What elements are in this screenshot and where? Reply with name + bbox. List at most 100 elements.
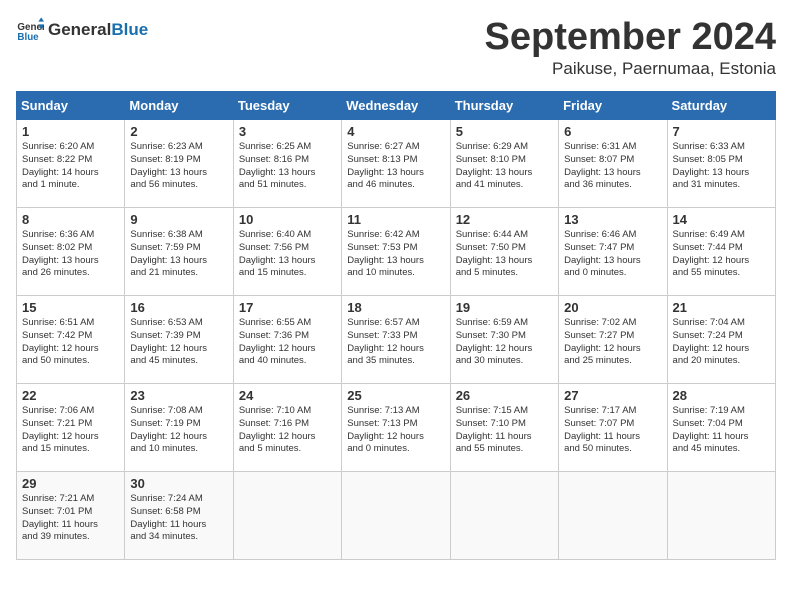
day-info: Sunrise: 6:33 AM Sunset: 8:05 PM Dayligh… <box>673 141 770 192</box>
day-number: 11 <box>347 212 444 227</box>
calendar-cell: 13 Sunrise: 6:46 AM Sunset: 7:47 PM Dayli… <box>559 208 667 296</box>
header-tuesday: Tuesday <box>233 92 341 120</box>
day-info: Sunrise: 6:46 AM Sunset: 7:47 PM Dayligh… <box>564 229 661 280</box>
day-number: 8 <box>22 212 119 227</box>
day-number: 29 <box>22 476 119 491</box>
calendar-week-row: 8 Sunrise: 6:36 AM Sunset: 8:02 PM Daylig… <box>17 208 776 296</box>
header-monday: Monday <box>125 92 233 120</box>
day-info: Sunrise: 6:36 AM Sunset: 8:02 PM Dayligh… <box>22 229 119 280</box>
day-number: 21 <box>673 300 770 315</box>
calendar-cell: 5Sunrise: 6:29 AM Sunset: 8:10 PM Daylig… <box>450 120 558 208</box>
logo-icon: General Blue <box>16 16 44 44</box>
day-info: Sunrise: 6:55 AM Sunset: 7:36 PM Dayligh… <box>239 317 336 368</box>
header-wednesday: Wednesday <box>342 92 450 120</box>
day-info: Sunrise: 6:25 AM Sunset: 8:16 PM Dayligh… <box>239 141 336 192</box>
calendar-cell <box>450 472 558 560</box>
calendar-cell: 24 Sunrise: 7:10 AM Sunset: 7:16 PM Dayli… <box>233 384 341 472</box>
calendar-cell: 15 Sunrise: 6:51 AM Sunset: 7:42 PM Dayli… <box>17 296 125 384</box>
calendar-cell: 25Sunrise: 7:13 AM Sunset: 7:13 PM Dayli… <box>342 384 450 472</box>
calendar-cell <box>233 472 341 560</box>
day-info: Sunrise: 6:38 AM Sunset: 7:59 PM Dayligh… <box>130 229 227 280</box>
day-info: Sunrise: 6:40 AM Sunset: 7:56 PM Dayligh… <box>239 229 336 280</box>
calendar-cell <box>342 472 450 560</box>
month-year-title: September 2024 <box>485 16 777 59</box>
calendar-cell: 12 Sunrise: 6:44 AM Sunset: 7:50 PM Dayli… <box>450 208 558 296</box>
calendar-cell: 29 Sunrise: 7:21 AM Sunset: 7:01 PM Dayli… <box>17 472 125 560</box>
day-number: 20 <box>564 300 661 315</box>
calendar-cell: 2Sunrise: 6:23 AM Sunset: 8:19 PM Daylig… <box>125 120 233 208</box>
day-number: 16 <box>130 300 227 315</box>
calendar-cell: 3 Sunrise: 6:25 AM Sunset: 8:16 PM Daylig… <box>233 120 341 208</box>
calendar-cell: 27 Sunrise: 7:17 AM Sunset: 7:07 PM Dayli… <box>559 384 667 472</box>
day-number: 22 <box>22 388 119 403</box>
calendar-week-row: 15 Sunrise: 6:51 AM Sunset: 7:42 PM Dayli… <box>17 296 776 384</box>
logo-blue: Blue <box>111 20 148 39</box>
title-section: September 2024 Paikuse, Paernumaa, Eston… <box>485 16 777 79</box>
day-info: Sunrise: 6:27 AM Sunset: 8:13 PM Dayligh… <box>347 141 444 192</box>
header-sunday: Sunday <box>17 92 125 120</box>
calendar-cell <box>559 472 667 560</box>
day-info: Sunrise: 6:44 AM Sunset: 7:50 PM Dayligh… <box>456 229 553 280</box>
day-number: 10 <box>239 212 336 227</box>
header-saturday: Saturday <box>667 92 775 120</box>
calendar-cell: 11 Sunrise: 6:42 AM Sunset: 7:53 PM Dayli… <box>342 208 450 296</box>
calendar-cell: 1Sunrise: 6:20 AM Sunset: 8:22 PM Daylig… <box>17 120 125 208</box>
day-info: Sunrise: 6:29 AM Sunset: 8:10 PM Dayligh… <box>456 141 553 192</box>
calendar-cell: 17 Sunrise: 6:55 AM Sunset: 7:36 PM Dayli… <box>233 296 341 384</box>
calendar-cell: 22 Sunrise: 7:06 AM Sunset: 7:21 PM Dayli… <box>17 384 125 472</box>
day-number: 13 <box>564 212 661 227</box>
day-number: 17 <box>239 300 336 315</box>
day-number: 26 <box>456 388 553 403</box>
day-info: Sunrise: 7:04 AM Sunset: 7:24 PM Dayligh… <box>673 317 770 368</box>
calendar-cell: 26 Sunrise: 7:15 AM Sunset: 7:10 PM Dayli… <box>450 384 558 472</box>
day-info: Sunrise: 6:31 AM Sunset: 8:07 PM Dayligh… <box>564 141 661 192</box>
day-number: 3 <box>239 124 336 139</box>
day-number: 28 <box>673 388 770 403</box>
day-info: Sunrise: 6:49 AM Sunset: 7:44 PM Dayligh… <box>673 229 770 280</box>
day-number: 6 <box>564 124 661 139</box>
day-number: 12 <box>456 212 553 227</box>
calendar-cell: 8 Sunrise: 6:36 AM Sunset: 8:02 PM Daylig… <box>17 208 125 296</box>
calendar-week-row: 22 Sunrise: 7:06 AM Sunset: 7:21 PM Dayli… <box>17 384 776 472</box>
calendar-week-row: 29 Sunrise: 7:21 AM Sunset: 7:01 PM Dayli… <box>17 472 776 560</box>
header-thursday: Thursday <box>450 92 558 120</box>
calendar-cell: 9Sunrise: 6:38 AM Sunset: 7:59 PM Daylig… <box>125 208 233 296</box>
calendar-header-row: Sunday Monday Tuesday Wednesday Thursday… <box>17 92 776 120</box>
day-number: 19 <box>456 300 553 315</box>
day-info: Sunrise: 7:13 AM Sunset: 7:13 PM Dayligh… <box>347 405 444 456</box>
calendar-cell: 7 Sunrise: 6:33 AM Sunset: 8:05 PM Daylig… <box>667 120 775 208</box>
day-info: Sunrise: 6:42 AM Sunset: 7:53 PM Dayligh… <box>347 229 444 280</box>
day-info: Sunrise: 7:15 AM Sunset: 7:10 PM Dayligh… <box>456 405 553 456</box>
calendar-cell: 19Sunrise: 6:59 AM Sunset: 7:30 PM Dayli… <box>450 296 558 384</box>
day-info: Sunrise: 7:21 AM Sunset: 7:01 PM Dayligh… <box>22 493 119 544</box>
day-number: 7 <box>673 124 770 139</box>
day-info: Sunrise: 7:06 AM Sunset: 7:21 PM Dayligh… <box>22 405 119 456</box>
header: General Blue GeneralBlue September 2024 … <box>16 16 776 79</box>
logo-general: General <box>48 20 111 39</box>
day-info: Sunrise: 6:51 AM Sunset: 7:42 PM Dayligh… <box>22 317 119 368</box>
day-number: 24 <box>239 388 336 403</box>
day-number: 4 <box>347 124 444 139</box>
day-info: Sunrise: 7:10 AM Sunset: 7:16 PM Dayligh… <box>239 405 336 456</box>
calendar-table: Sunday Monday Tuesday Wednesday Thursday… <box>16 91 776 560</box>
calendar-cell: 6 Sunrise: 6:31 AM Sunset: 8:07 PM Daylig… <box>559 120 667 208</box>
day-number: 30 <box>130 476 227 491</box>
day-info: Sunrise: 7:08 AM Sunset: 7:19 PM Dayligh… <box>130 405 227 456</box>
day-number: 15 <box>22 300 119 315</box>
calendar-week-row: 1Sunrise: 6:20 AM Sunset: 8:22 PM Daylig… <box>17 120 776 208</box>
day-number: 18 <box>347 300 444 315</box>
day-info: Sunrise: 7:24 AM Sunset: 6:58 PM Dayligh… <box>130 493 227 544</box>
day-info: Sunrise: 6:53 AM Sunset: 7:39 PM Dayligh… <box>130 317 227 368</box>
calendar-cell: 10 Sunrise: 6:40 AM Sunset: 7:56 PM Dayli… <box>233 208 341 296</box>
day-number: 27 <box>564 388 661 403</box>
day-info: Sunrise: 7:19 AM Sunset: 7:04 PM Dayligh… <box>673 405 770 456</box>
calendar-cell: 18Sunrise: 6:57 AM Sunset: 7:33 PM Dayli… <box>342 296 450 384</box>
calendar-cell: 21 Sunrise: 7:04 AM Sunset: 7:24 PM Dayli… <box>667 296 775 384</box>
header-friday: Friday <box>559 92 667 120</box>
calendar-cell: 23Sunrise: 7:08 AM Sunset: 7:19 PM Dayli… <box>125 384 233 472</box>
day-info: Sunrise: 7:17 AM Sunset: 7:07 PM Dayligh… <box>564 405 661 456</box>
day-number: 14 <box>673 212 770 227</box>
calendar-cell: 14 Sunrise: 6:49 AM Sunset: 7:44 PM Dayli… <box>667 208 775 296</box>
day-number: 1 <box>22 124 119 139</box>
day-info: Sunrise: 7:02 AM Sunset: 7:27 PM Dayligh… <box>564 317 661 368</box>
